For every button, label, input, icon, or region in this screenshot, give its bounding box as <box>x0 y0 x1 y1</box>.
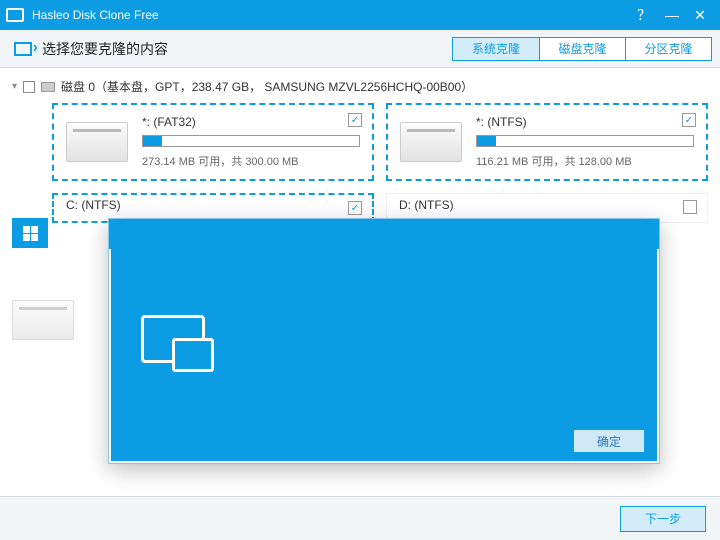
toolbar: 选择您要克隆的内容 系统克隆 磁盘克隆 分区克隆 <box>0 30 720 68</box>
clone-mode-tabs: 系统克隆 磁盘克隆 分区克隆 <box>452 37 712 61</box>
disk-header-row[interactable]: ▾ 磁盘 0（基本盘，GPT，238.47 GB， SAMSUNG MZVL22… <box>12 78 708 95</box>
partition-grid: ✓ *: (FAT32) 273.14 MB 可用，共 300.00 MB ✓ … <box>12 103 708 223</box>
partition-name: C: (NTFS) <box>66 198 121 212</box>
tab-partition-clone[interactable]: 分区克隆 <box>625 38 711 60</box>
partition-checkbox[interactable]: ✓ <box>348 201 362 215</box>
disk-header-text: 磁盘 0（基本盘，GPT，238.47 GB， SAMSUNG MZVL2256… <box>61 78 473 95</box>
os-badge <box>12 218 48 248</box>
partition-name: D: (NTFS) <box>399 198 454 212</box>
usage-bar <box>476 135 694 147</box>
tab-disk-clone[interactable]: 磁盘克隆 <box>539 38 625 60</box>
drive-icon <box>66 122 128 162</box>
window-title: Hasleo Disk Clone Free <box>32 8 159 22</box>
drive-icon <box>400 122 462 162</box>
partition-checkbox[interactable] <box>683 200 697 214</box>
minimize-button[interactable]: — <box>658 4 686 26</box>
partition-card[interactable]: ✓ *: (NTFS) 116.21 MB 可用，共 128.00 MB <box>386 103 708 181</box>
usage-text: 116.21 MB 可用，共 128.00 MB <box>476 153 694 169</box>
close-button[interactable]: ✕ <box>686 4 714 26</box>
partition-checkbox[interactable]: ✓ <box>682 113 696 127</box>
page-title: 选择您要克隆的内容 <box>42 39 168 59</box>
drive-icon <box>12 300 74 340</box>
disk-icon <box>41 82 55 92</box>
usage-text: 273.14 MB 可用，共 300.00 MB <box>142 153 360 169</box>
window-titlebar: Hasleo Disk Clone Free ？ — ✕ <box>0 0 720 30</box>
partition-name: *: (FAT32) <box>142 115 360 129</box>
usage-bar <box>142 135 360 147</box>
content-area: ▾ 磁盘 0（基本盘，GPT，238.47 GB， SAMSUNG MZVL22… <box>0 68 720 223</box>
partition-name: *: (NTFS) <box>476 115 694 129</box>
footer: 下一步 <box>0 496 720 540</box>
next-button[interactable]: 下一步 <box>620 506 706 532</box>
chevron-down-icon: ▾ <box>12 81 17 92</box>
partition-card[interactable]: ✓ *: (FAT32) 273.14 MB 可用，共 300.00 MB <box>52 103 374 181</box>
windows-icon <box>23 226 38 241</box>
dialog-titlebar: 关于 × <box>109 219 659 249</box>
about-dialog: 关于 × Hasleo Disk Clone Free 版本 3.8 (编译: … <box>108 218 660 464</box>
tab-system-clone[interactable]: 系统克隆 <box>453 38 539 60</box>
disk-checkbox[interactable] <box>23 81 35 93</box>
clone-target-icon <box>14 42 32 56</box>
ok-button[interactable]: 确定 <box>573 429 645 453</box>
help-button[interactable]: ？ <box>630 4 658 26</box>
app-icon <box>6 8 24 22</box>
partition-checkbox[interactable]: ✓ <box>348 113 362 127</box>
